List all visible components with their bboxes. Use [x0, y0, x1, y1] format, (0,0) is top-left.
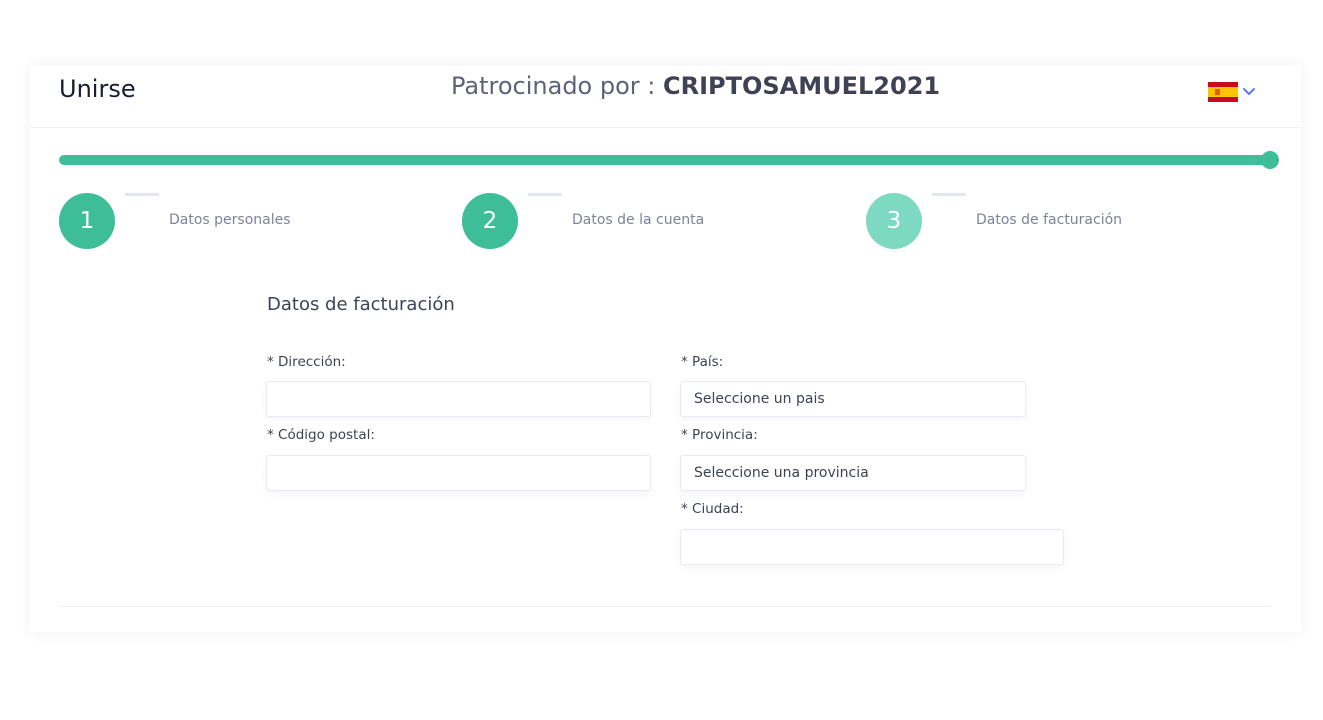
step-dash	[932, 193, 966, 196]
step-number: 1	[59, 193, 115, 249]
progress-bar	[59, 151, 1279, 169]
sponsor-text: Patrocinado por : CRIPTOSAMUEL2021	[451, 72, 940, 100]
card-header: Unirse Patrocinado por : CRIPTOSAMUEL202…	[30, 66, 1301, 128]
ciudad-label: * Ciudad:	[681, 501, 744, 517]
divider	[59, 606, 1271, 607]
step-label: Datos de la cuenta	[572, 212, 705, 228]
step-number: 3	[866, 193, 922, 249]
signup-card: Unirse Patrocinado por : CRIPTOSAMUEL202…	[30, 66, 1301, 632]
direccion-input[interactable]	[266, 381, 651, 417]
pais-select[interactable]: Seleccione un pais	[680, 381, 1026, 417]
chevron-down-icon	[1243, 88, 1255, 95]
progress-fill	[59, 155, 1271, 165]
pais-label: * País:	[681, 354, 724, 370]
progress-knob	[1261, 151, 1279, 169]
provincia-select[interactable]: Seleccione una provincia	[680, 455, 1026, 491]
step-dash	[528, 193, 562, 196]
ciudad-input[interactable]	[680, 529, 1064, 565]
codigo-postal-input[interactable]	[266, 455, 651, 491]
provincia-label: * Provincia:	[681, 427, 758, 443]
spain-flag-icon	[1208, 82, 1238, 102]
step-label: Datos personales	[169, 212, 291, 228]
step-dash	[125, 193, 159, 196]
direccion-label: * Dirección:	[267, 354, 346, 370]
sponsor-name: CRIPTOSAMUEL2021	[663, 72, 941, 100]
codigo-postal-label: * Código postal:	[267, 427, 375, 443]
language-selector[interactable]	[1208, 82, 1256, 102]
sponsor-prefix: Patrocinado por :	[451, 72, 663, 100]
step-number: 2	[462, 193, 518, 249]
page-title: Unirse	[59, 75, 136, 103]
section-title: Datos de facturación	[267, 294, 455, 315]
step-label: Datos de facturación	[976, 212, 1123, 228]
